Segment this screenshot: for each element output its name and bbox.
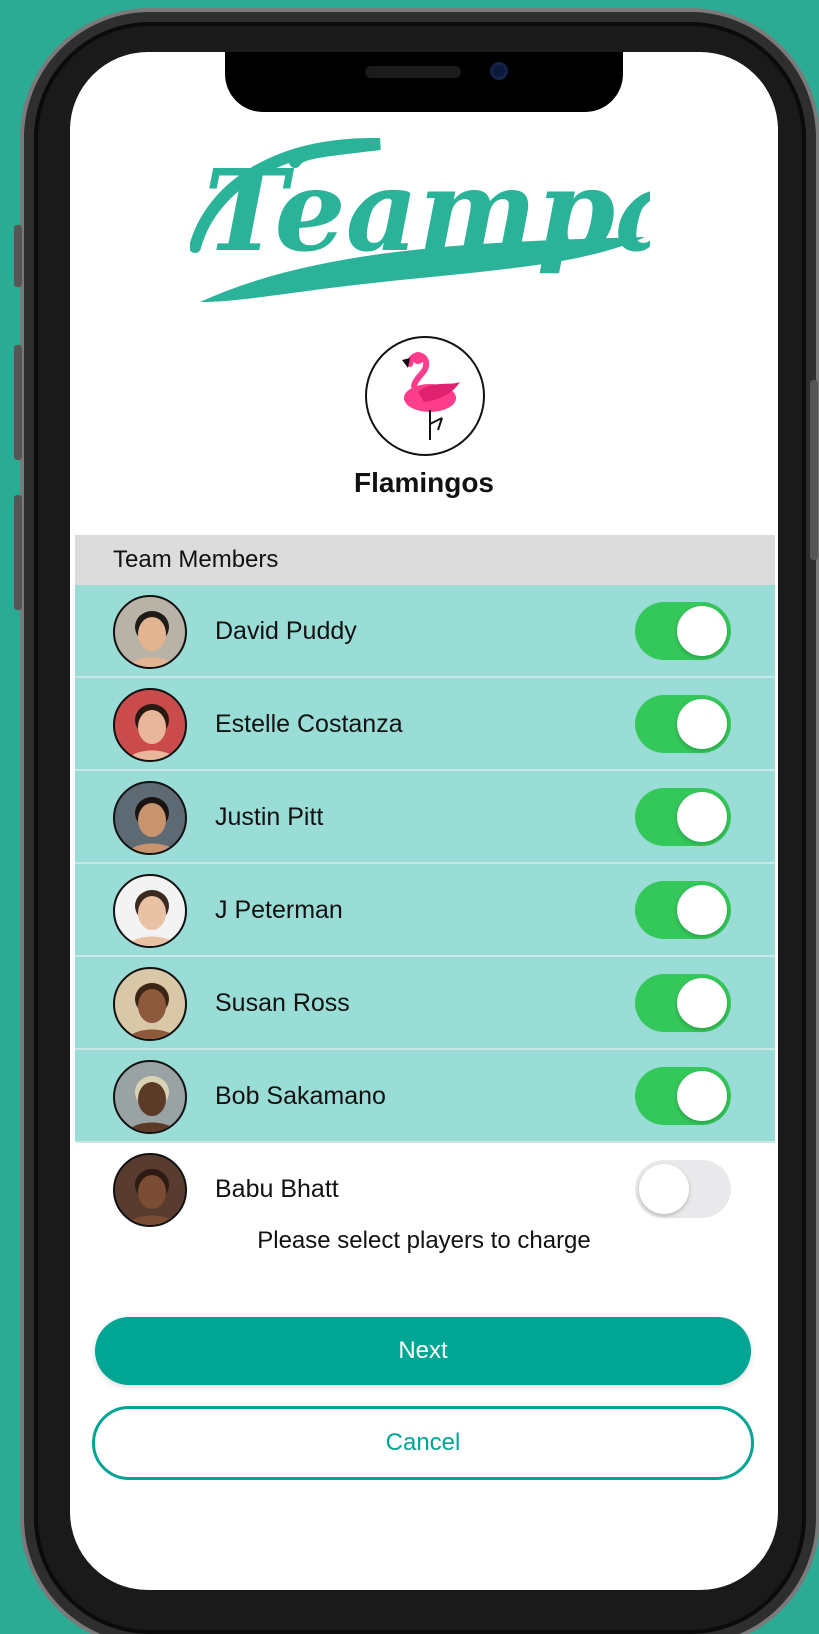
flamingo-icon bbox=[402, 352, 460, 440]
member-select-toggle[interactable] bbox=[635, 695, 731, 753]
member-avatar bbox=[113, 595, 187, 669]
member-row[interactable]: Justin Pitt bbox=[75, 771, 775, 864]
section-header: Team Members bbox=[75, 535, 775, 585]
team-name: Flamingos bbox=[353, 467, 494, 498]
member-row[interactable]: J Peterman bbox=[75, 864, 775, 957]
phone-screen: Teampay Flamingos Team Members David Pud… bbox=[70, 52, 778, 1590]
speaker-grille bbox=[365, 66, 461, 78]
member-row[interactable]: David Puddy bbox=[75, 585, 775, 678]
member-name: Estelle Costanza bbox=[215, 710, 403, 738]
member-select-toggle[interactable] bbox=[635, 788, 731, 846]
teampay-logo: Teampay bbox=[190, 137, 650, 302]
member-avatar bbox=[113, 688, 187, 762]
member-avatar bbox=[113, 781, 187, 855]
member-avatar bbox=[113, 874, 187, 948]
toggle-knob bbox=[677, 699, 727, 749]
toggle-knob bbox=[677, 885, 727, 935]
member-name: J Peterman bbox=[215, 896, 343, 924]
member-select-toggle[interactable] bbox=[635, 1160, 731, 1218]
team-members-list[interactable]: Team Members David Puddy Estelle Costanza… bbox=[75, 535, 775, 1243]
toggle-knob bbox=[677, 606, 727, 656]
member-name: David Puddy bbox=[215, 617, 357, 645]
toggle-knob bbox=[677, 978, 727, 1028]
svg-text:Teampay: Teampay bbox=[204, 146, 650, 277]
member-avatar bbox=[113, 1060, 187, 1134]
member-name: Babu Bhatt bbox=[215, 1175, 339, 1203]
toggle-knob bbox=[639, 1164, 689, 1214]
member-select-toggle[interactable] bbox=[635, 602, 731, 660]
member-row[interactable]: Babu Bhatt bbox=[75, 1143, 775, 1236]
team-avatar bbox=[365, 336, 485, 456]
power-button bbox=[810, 380, 818, 560]
member-name: Bob Sakamano bbox=[215, 1082, 386, 1110]
member-select-toggle[interactable] bbox=[635, 881, 731, 939]
select-players-prompt: Please select players to charge bbox=[257, 1227, 591, 1254]
member-avatar bbox=[113, 1153, 187, 1227]
notch bbox=[225, 52, 623, 112]
member-avatar bbox=[113, 967, 187, 1041]
member-name: Justin Pitt bbox=[215, 803, 324, 831]
member-name: Susan Ross bbox=[215, 989, 350, 1017]
member-row[interactable]: Bob Sakamano bbox=[75, 1050, 775, 1143]
toggle-knob bbox=[677, 792, 727, 842]
member-select-toggle[interactable] bbox=[635, 1067, 731, 1125]
volume-up-button bbox=[14, 345, 22, 460]
next-button[interactable]: Next bbox=[95, 1317, 751, 1385]
front-camera-icon bbox=[490, 62, 508, 80]
member-row[interactable]: Estelle Costanza bbox=[75, 678, 775, 771]
mute-switch bbox=[14, 225, 22, 287]
cancel-button[interactable]: Cancel bbox=[92, 1406, 754, 1480]
member-row[interactable]: Susan Ross bbox=[75, 957, 775, 1050]
toggle-knob bbox=[677, 1071, 727, 1121]
member-select-toggle[interactable] bbox=[635, 974, 731, 1032]
volume-down-button bbox=[14, 495, 22, 610]
